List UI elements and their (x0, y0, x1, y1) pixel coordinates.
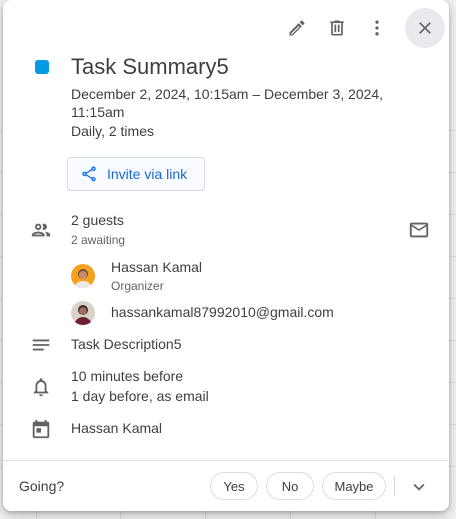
edit-icon (289, 20, 305, 36)
event-recurrence: Daily, 2 times (71, 123, 154, 139)
rsvp-no-button[interactable]: No (266, 472, 314, 500)
bell-icon (30, 376, 52, 398)
event-datetime: December 2, 2024, 10:15am – December 3, … (71, 86, 384, 120)
event-description: Task Description5 (71, 336, 182, 352)
chevron-down-icon (413, 483, 425, 491)
invite-via-link-button[interactable]: Invite via link (67, 157, 205, 191)
footer-divider (3, 460, 449, 461)
notification-item: 1 day before, as email (71, 388, 209, 404)
calendar-owner: Hassan Kamal (71, 420, 163, 436)
more-options-icon (375, 20, 379, 36)
guests-status: 2 awaiting (71, 233, 126, 247)
email-guests-button[interactable] (408, 219, 430, 241)
close-button[interactable] (405, 8, 445, 48)
rsvp-options-button[interactable] (407, 475, 431, 499)
invite-label: Invite via link (107, 166, 188, 182)
guest-name: Hassan Kamal (111, 259, 203, 275)
delete-event-button[interactable] (317, 8, 357, 48)
edit-event-button[interactable] (277, 8, 317, 48)
notification-item: 10 minutes before (71, 368, 184, 384)
event-title: Task Summary5 (71, 54, 229, 79)
more-options-button[interactable] (357, 8, 397, 48)
close-icon (419, 22, 431, 34)
guests-icon (30, 219, 52, 241)
avatar (71, 301, 95, 325)
share-icon (82, 166, 96, 182)
guest-email: hassankamal87992010@gmail.com (111, 304, 334, 320)
mail-icon (409, 222, 429, 238)
rsvp-prompt: Going? (19, 478, 65, 494)
event-color-chip (35, 60, 49, 74)
guests-count: 2 guests (71, 212, 124, 228)
avatar (71, 264, 95, 288)
delete-icon (330, 20, 344, 36)
description-icon (30, 334, 52, 356)
footer-separator (394, 476, 395, 496)
rsvp-yes-button[interactable]: Yes (210, 472, 258, 500)
calendar-icon (30, 418, 52, 440)
guest-role: Organizer (111, 279, 164, 293)
rsvp-maybe-button[interactable]: Maybe (322, 472, 386, 500)
event-details-popup: Task Summary5 December 2, 2024, 10:15am … (3, 0, 449, 511)
